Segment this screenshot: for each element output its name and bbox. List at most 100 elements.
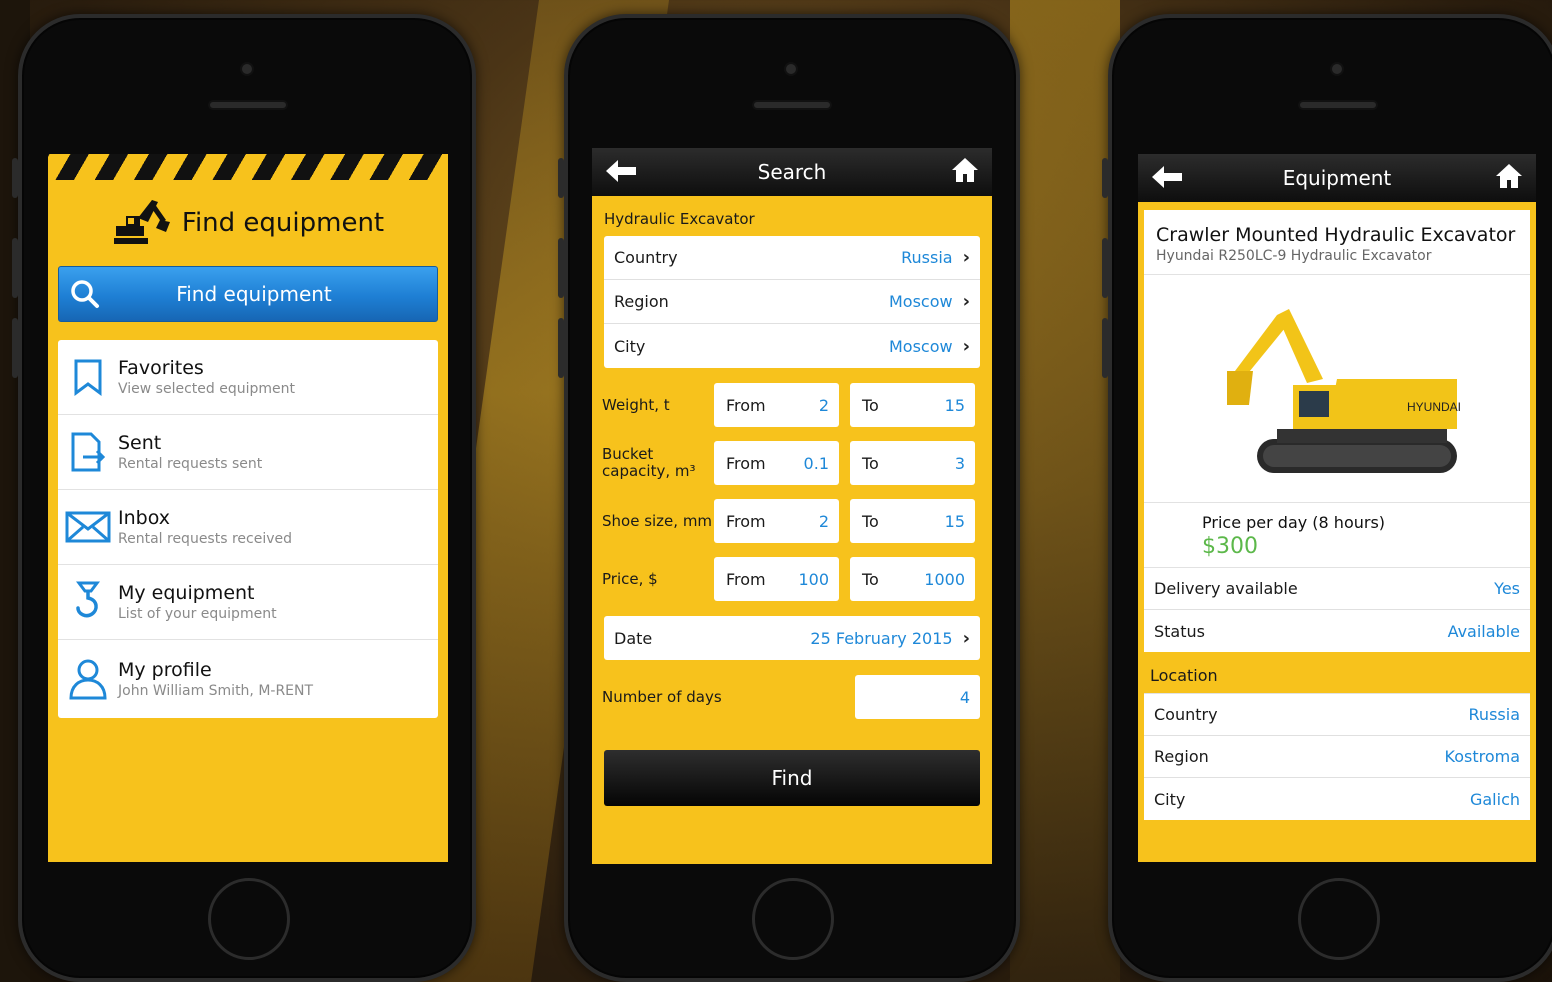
to-value: 15 bbox=[944, 511, 965, 531]
row-label: Country bbox=[1154, 705, 1218, 724]
back-arrow-icon[interactable] bbox=[604, 158, 638, 189]
row-value: Moscow bbox=[888, 336, 953, 356]
hazard-stripe bbox=[48, 154, 448, 180]
home-button[interactable] bbox=[1298, 878, 1380, 960]
equipment-title: Crawler Mounted Hydraulic Excavator bbox=[1156, 224, 1516, 246]
hook-icon bbox=[58, 580, 118, 624]
location-group: Country Russia Region Kostroma City Galich bbox=[1144, 693, 1530, 820]
row-value: Russia bbox=[901, 248, 953, 267]
shoe-from-input[interactable]: From 2 bbox=[714, 499, 839, 543]
excavator-image: HYUNDAI bbox=[1144, 275, 1530, 503]
menu-item-sent[interactable]: Sent Rental requests sent bbox=[58, 415, 438, 490]
row-label: Region bbox=[1154, 747, 1209, 766]
user-icon bbox=[58, 658, 118, 700]
menu-item-subtitle: John William Smith, M-RENT bbox=[118, 683, 314, 699]
menu-item-subtitle: Rental requests sent bbox=[118, 456, 263, 472]
main-menu: Favorites View selected equipment Sent Ren… bbox=[58, 340, 438, 718]
bookmark-icon bbox=[58, 358, 118, 396]
row-value: Russia bbox=[1468, 705, 1520, 724]
row-value: Kostroma bbox=[1444, 747, 1521, 766]
region-row: Region Kostroma bbox=[1144, 736, 1530, 778]
price-from-input[interactable]: From 100 bbox=[714, 557, 839, 601]
weight-to-input[interactable]: To 15 bbox=[850, 383, 975, 427]
row-label: Status bbox=[1154, 621, 1205, 641]
side-button bbox=[558, 158, 564, 198]
location-group: Country Russia › Region Moscow › City Moscow › bbox=[604, 236, 980, 368]
from-label: From bbox=[726, 569, 766, 589]
equipment-header: Crawler Mounted Hydraulic Excavator Hyun… bbox=[1144, 210, 1530, 275]
row-label: Delivery available bbox=[1154, 579, 1298, 598]
from-label: From bbox=[726, 453, 766, 473]
details-group: Delivery available Yes Status Available bbox=[1144, 567, 1530, 652]
volume-down-button bbox=[12, 318, 18, 378]
range-label: Number of days bbox=[602, 687, 722, 706]
to-label: To bbox=[862, 395, 879, 415]
row-label: Country bbox=[614, 248, 678, 267]
weight-from-input[interactable]: From 2 bbox=[714, 383, 839, 427]
menu-item-subtitle: View selected equipment bbox=[118, 381, 295, 397]
city-row: City Galich bbox=[1144, 778, 1530, 820]
row-value: Moscow bbox=[888, 292, 953, 311]
country-row[interactable]: Country Russia › bbox=[604, 236, 980, 280]
price-block: Price per day (8 hours) $300 bbox=[1144, 503, 1530, 567]
home-screen: Find equipment Find equipment Favorites V… bbox=[48, 154, 448, 862]
volume-up-button bbox=[12, 238, 18, 298]
menu-item-my-profile[interactable]: My profile John William Smith, M-RENT bbox=[58, 640, 438, 718]
menu-item-my-equipment[interactable]: My equipment List of your equipment bbox=[58, 565, 438, 640]
equipment-screen: Equipment Crawler Mounted Hydraulic Exca… bbox=[1138, 154, 1536, 862]
price-to-input[interactable]: To 1000 bbox=[850, 557, 975, 601]
side-button bbox=[1102, 158, 1108, 198]
phone-equipment: Equipment Crawler Mounted Hydraulic Exca… bbox=[1102, 14, 1552, 982]
menu-item-favorites[interactable]: Favorites View selected equipment bbox=[58, 340, 438, 415]
chevron-right-icon: › bbox=[962, 627, 970, 649]
back-arrow-icon[interactable] bbox=[1150, 164, 1184, 195]
menu-item-inbox[interactable]: Inbox Rental requests received bbox=[58, 490, 438, 565]
app-title: Find equipment bbox=[48, 198, 448, 248]
volume-down-button bbox=[558, 318, 564, 378]
camera bbox=[240, 62, 254, 76]
location-label: Location bbox=[1150, 666, 1218, 685]
section-label: Hydraulic Excavator bbox=[604, 210, 755, 228]
row-label: Date bbox=[614, 628, 653, 648]
side-button bbox=[12, 158, 18, 198]
home-icon[interactable] bbox=[950, 156, 980, 189]
camera bbox=[784, 62, 798, 76]
home-button[interactable] bbox=[208, 878, 290, 960]
equipment-subtitle: Hyundai R250LC-9 Hydraulic Excavator bbox=[1156, 248, 1432, 264]
nav-title: Search bbox=[757, 160, 827, 184]
days-input[interactable]: 4 bbox=[855, 675, 980, 719]
region-row[interactable]: Region Moscow › bbox=[604, 280, 980, 324]
to-label: To bbox=[862, 569, 879, 589]
menu-item-subtitle: Rental requests received bbox=[118, 531, 293, 547]
to-value: 15 bbox=[944, 395, 965, 415]
home-button[interactable] bbox=[752, 878, 834, 960]
price-value: $300 bbox=[1202, 534, 1258, 559]
find-equipment-button[interactable]: Find equipment bbox=[58, 266, 438, 322]
speaker bbox=[1298, 100, 1378, 110]
background-excavator-body bbox=[1010, 0, 1120, 982]
menu-item-title: My equipment bbox=[118, 582, 255, 604]
menu-item-title: Favorites bbox=[118, 357, 204, 379]
envelope-icon bbox=[58, 511, 118, 543]
menu-item-title: Inbox bbox=[118, 507, 170, 529]
nav-bar: Equipment bbox=[1138, 154, 1536, 202]
row-label: City bbox=[1154, 789, 1186, 809]
find-equipment-label: Find equipment bbox=[176, 282, 332, 306]
date-row[interactable]: Date 25 February 2015 › bbox=[604, 616, 980, 660]
row-value: Yes bbox=[1494, 579, 1520, 598]
camera bbox=[1330, 62, 1344, 76]
bucket-to-input[interactable]: To 3 bbox=[850, 441, 975, 485]
to-label: To bbox=[862, 453, 879, 473]
delivery-row: Delivery available Yes bbox=[1144, 568, 1530, 610]
price-label: Price per day (8 hours) bbox=[1202, 513, 1386, 532]
home-icon[interactable] bbox=[1494, 162, 1524, 195]
search-screen: Search Hydraulic Excavator Country Russia… bbox=[592, 148, 992, 864]
city-row[interactable]: City Moscow › bbox=[604, 324, 980, 368]
country-row: Country Russia bbox=[1144, 694, 1530, 736]
speaker bbox=[752, 100, 832, 110]
date-group: Date 25 February 2015 › bbox=[604, 616, 980, 660]
volume-down-button bbox=[1102, 318, 1108, 378]
shoe-to-input[interactable]: To 15 bbox=[850, 499, 975, 543]
find-button[interactable]: Find bbox=[604, 750, 980, 806]
bucket-from-input[interactable]: From 0.1 bbox=[714, 441, 839, 485]
